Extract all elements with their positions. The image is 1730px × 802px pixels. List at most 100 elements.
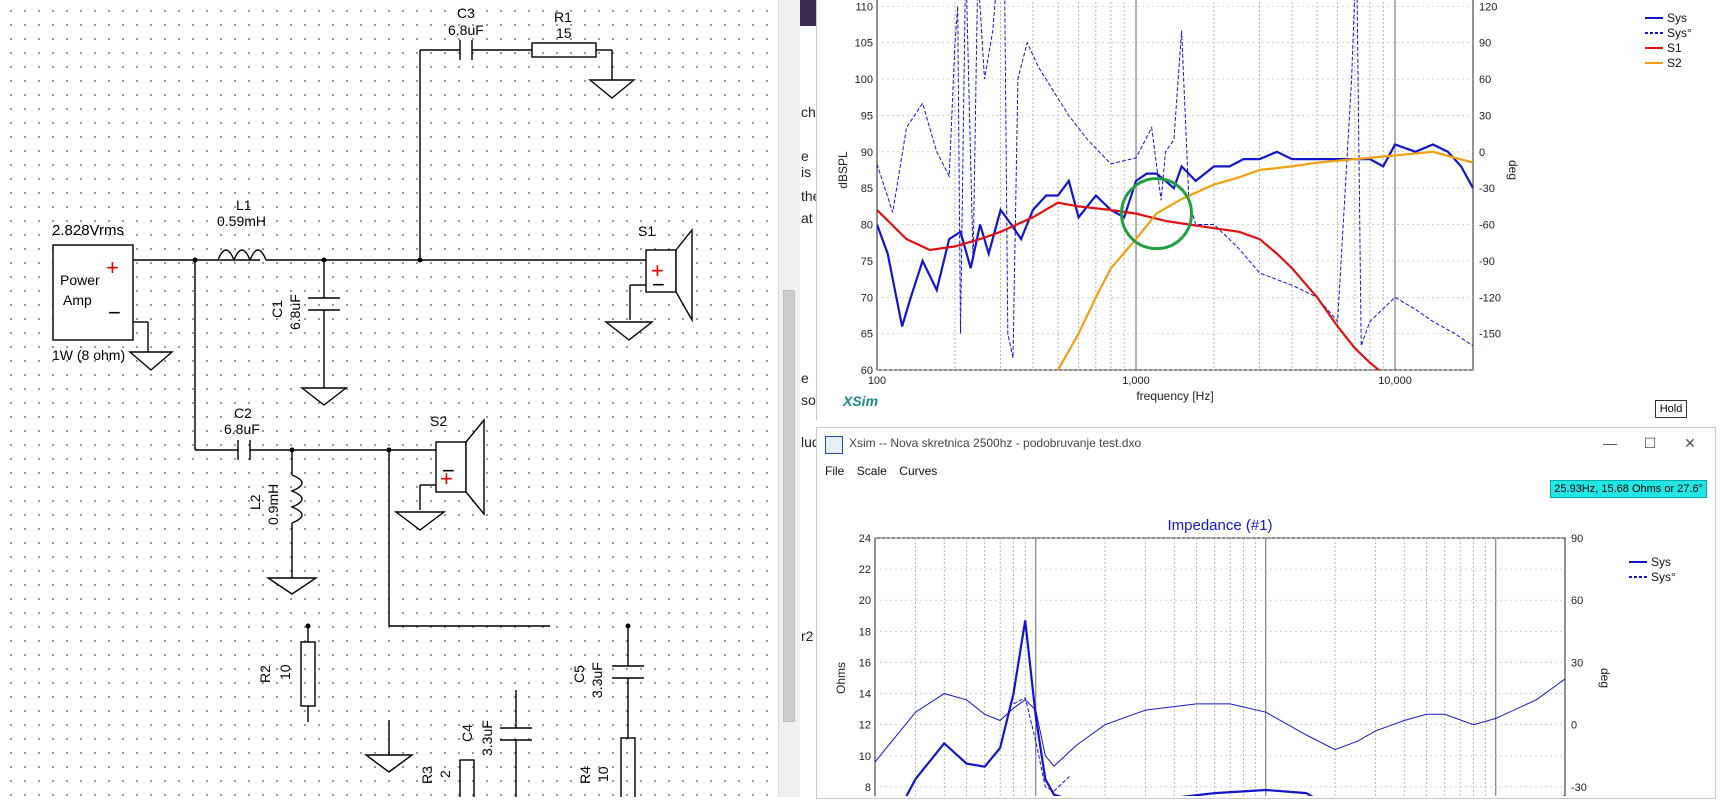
y-tick-label: 12 — [859, 720, 871, 732]
impedance-chart: 6810121416182022249060300-30OhmsdegImped… — [834, 517, 1676, 796]
r4-name: R4 — [577, 766, 593, 784]
spl-chart: 6065707580859095100105110115150120906030… — [836, 0, 1692, 403]
cursor-readout: 25.93Hz, 15.68 Ohms or 27.6° — [1550, 480, 1707, 498]
y2-tick-label: -30 — [1479, 183, 1495, 195]
minimize-icon[interactable]: — — [1595, 432, 1625, 454]
r3-value: 2 — [437, 770, 453, 778]
amp-note: 1W (8 ohm) — [52, 347, 125, 363]
amp-label-2: Amp — [63, 292, 92, 308]
x-tick-label: 1,000 — [1122, 375, 1150, 387]
svg-text:−: − — [652, 272, 665, 297]
y-tick-label: 10 — [859, 751, 871, 763]
c4-name: C4 — [459, 724, 475, 742]
legend-label: S1 — [1667, 41, 1682, 55]
xsim-app-icon — [825, 436, 843, 454]
r1-value: 15 — [556, 25, 572, 41]
y2-tick-label: -60 — [1479, 220, 1495, 232]
c4-value: 3.3uF — [479, 720, 495, 756]
y2-axis-label: deg — [1598, 668, 1612, 688]
c2-value: 6.8uF — [224, 421, 260, 437]
menu-curves[interactable]: Curves — [899, 460, 937, 482]
bg-text-fragment: e — [801, 370, 809, 386]
y2-tick-label: 0 — [1479, 147, 1485, 159]
schematic-canvas[interactable]: + − + − − + 2.828Vrms Power Amp 1W (8 oh… — [0, 0, 800, 802]
vertical-scrollbar-thumb[interactable] — [783, 290, 795, 722]
c3-name: C3 — [457, 5, 475, 21]
y-tick-label: 95 — [861, 110, 873, 122]
y2-tick-label: 90 — [1479, 38, 1491, 50]
legend-label: S2 — [1667, 56, 1682, 70]
amp-voltage-label: 2.828Vrms — [52, 222, 124, 239]
y-tick-label: 22 — [859, 564, 871, 576]
y-tick-label: 75 — [861, 256, 873, 268]
r4-value: 10 — [595, 766, 611, 782]
y2-tick-label: -150 — [1479, 329, 1501, 341]
y2-tick-label: 120 — [1479, 1, 1497, 13]
resistor-r4[interactable] — [620, 737, 636, 802]
svg-text:−: − — [108, 300, 121, 325]
maximize-icon[interactable]: ☐ — [1635, 432, 1665, 454]
r3-name: R3 — [419, 766, 435, 784]
bg-text-fragment: ch — [801, 104, 816, 120]
r1-name: R1 — [554, 9, 572, 25]
legend-label: Sys° — [1667, 26, 1692, 40]
c1-value: 6.8uF — [287, 294, 303, 330]
s2-name: S2 — [430, 413, 447, 429]
y2-tick-label: -30 — [1571, 782, 1587, 794]
y2-tick-label: -120 — [1479, 292, 1501, 304]
y-axis-label: dBSPL — [836, 151, 850, 189]
y-tick-label: 90 — [861, 147, 873, 159]
y-tick-label: 8 — [865, 782, 871, 794]
bg-text-fragment: so — [801, 392, 816, 408]
impedance-window[interactable]: Xsim -- Nova skretnica 2500hz - podobruv… — [816, 427, 1716, 799]
y2-axis-label: deg — [1506, 160, 1520, 180]
y-tick-label: 24 — [859, 533, 871, 545]
y2-tick-label: 30 — [1571, 657, 1583, 669]
y2-tick-label: 60 — [1479, 74, 1491, 86]
y-tick-label: 80 — [861, 220, 873, 232]
window-titlebar[interactable]: Xsim -- Nova skretnica 2500hz - podobruv… — [817, 428, 1715, 460]
y-tick-label: 100 — [855, 74, 873, 86]
menu-scale[interactable]: Scale — [857, 460, 887, 482]
legend-label: Sys° — [1651, 570, 1676, 584]
l1-name: L1 — [236, 197, 252, 213]
y-tick-label: 16 — [859, 657, 871, 669]
chart-title: Impedance (#1) — [1167, 517, 1272, 534]
x-tick-label: 10,000 — [1378, 375, 1412, 387]
y2-tick-label: 90 — [1571, 533, 1583, 545]
y-tick-label: 14 — [859, 689, 871, 701]
hold-button[interactable]: Hold — [1655, 400, 1687, 418]
y-tick-label: 105 — [855, 38, 873, 50]
svg-text:+: + — [440, 466, 453, 491]
resistor-r3[interactable] — [459, 759, 475, 802]
c5-value: 3.3uF — [589, 662, 605, 698]
y-axis-label: Ohms — [834, 662, 848, 694]
menu-file[interactable]: File — [825, 460, 844, 482]
c5-name: C5 — [571, 665, 587, 683]
l1-value: 0.59mH — [217, 213, 266, 229]
resistor-r2[interactable] — [300, 641, 316, 707]
y-tick-label: 110 — [855, 1, 873, 13]
y-tick-label: 65 — [861, 329, 873, 341]
x-tick-label: 100 — [868, 375, 886, 387]
resistor-r1[interactable] — [531, 42, 597, 58]
xsim-logo: XSim — [843, 393, 879, 409]
amp-label-1: Power — [60, 272, 100, 288]
inductor-l2 — [290, 474, 303, 524]
inductor-l1 — [217, 249, 267, 262]
c2-name: C2 — [234, 405, 252, 421]
amp-plus-sign: + — [106, 255, 119, 280]
spl-chart-window[interactable]: 6065707580859095100105110115150120906030… — [816, 0, 1715, 420]
close-icon[interactable]: ✕ — [1675, 432, 1705, 454]
y-tick-label: 70 — [861, 292, 873, 304]
s1-name: S1 — [638, 223, 655, 239]
y-tick-label: 85 — [861, 183, 873, 195]
bg-text-fragment: at — [801, 210, 813, 226]
y-tick-label: 20 — [859, 595, 871, 607]
r2-value: 10 — [277, 664, 293, 680]
y2-tick-label: 30 — [1479, 110, 1491, 122]
y-tick-label: 18 — [859, 626, 871, 638]
c3-value: 6.8uF — [448, 22, 484, 38]
window-title: Xsim -- Nova skretnica 2500hz - podobruv… — [849, 436, 1142, 450]
legend-label: Sys — [1667, 11, 1687, 25]
